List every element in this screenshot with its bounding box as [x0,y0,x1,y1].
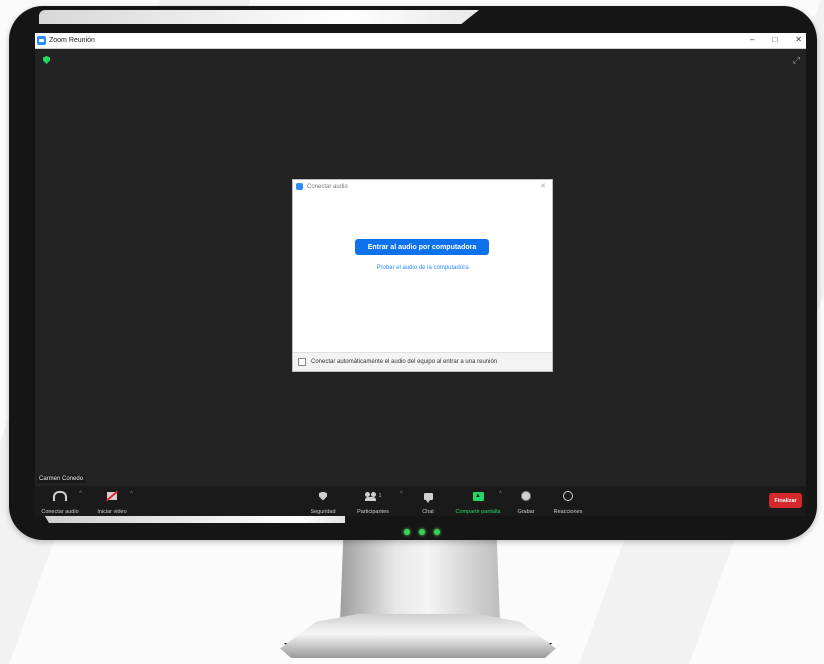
reactions-icon [563,491,573,501]
led-indicator [434,529,440,535]
connect-audio-button[interactable]: Conectar audio [39,486,81,515]
reactions-button[interactable]: Reacciones [548,486,588,515]
audio-options-caret[interactable]: ^ [79,491,82,497]
security-label: Seguridad [310,509,336,515]
record-button[interactable]: Grabar [513,486,539,515]
led-indicator [419,529,425,535]
share-screen-icon: ▲ [472,491,484,501]
connect-audio-dialog: Conectar audio ✕ Entrar al audio por com… [292,179,553,372]
video-off-icon [107,492,117,500]
minimize-button[interactable]: – [750,35,754,44]
start-video-button[interactable]: Iniciar video [93,486,131,515]
led-indicator [404,529,410,535]
test-computer-audio-link[interactable]: Probar el audio de la computadora [293,265,552,271]
start-video-label: Iniciar video [97,509,127,515]
security-button[interactable]: Seguridad [303,486,343,515]
reactions-label: Reacciones [553,509,583,515]
meeting-toolbar: Conectar audio ^ Iniciar video ^ Segurid… [35,486,806,516]
window-title: Zoom Reunión [49,37,95,44]
dialog-title: Conectar audio [307,183,348,190]
join-computer-audio-button[interactable]: Entrar al audio por computadora [355,239,489,255]
participants-label: Participantes [357,509,389,515]
zoom-app-icon [296,183,303,190]
chat-button[interactable]: Chat [415,486,441,515]
connect-audio-label: Conectar audio [41,509,79,515]
window-titlebar: Zoom Reunión – □ ✕ [35,33,806,49]
dialog-footer: Conectar automáticamente el audio del eq… [293,352,552,371]
dialog-titlebar: Conectar audio ✕ [293,180,552,193]
share-screen-label: Compartir pantalla [455,509,501,515]
encryption-shield-icon[interactable] [43,56,50,64]
participants-count: 1 [378,493,382,499]
security-shield-icon [319,491,327,501]
dialog-close-button[interactable]: ✕ [540,182,546,190]
participant-name: Carmen Conedo [37,475,86,483]
maximize-button[interactable]: □ [772,35,777,44]
participants-icon [364,492,377,501]
auto-connect-label[interactable]: Conectar automáticamente el audio del eq… [311,359,497,365]
end-meeting-button[interactable]: Finalizar [769,493,802,508]
video-options-caret[interactable]: ^ [130,491,133,497]
record-icon [521,491,531,501]
zoom-app-icon [37,36,46,45]
participants-button[interactable]: 1 Participantes [349,486,397,515]
monitor-leds [404,529,440,535]
chat-icon [423,492,433,503]
participants-options-caret[interactable]: ^ [400,491,403,497]
monitor-neck [340,540,500,622]
auto-connect-checkbox[interactable] [298,358,306,366]
chat-label: Chat [422,509,434,515]
zoom-window: Zoom Reunión – □ ✕ ⤢ Conectar audio ✕ En… [35,33,806,516]
record-label: Grabar [517,509,535,515]
fullscreen-icon[interactable]: ⤢ [793,55,800,66]
window-controls: – □ ✕ [750,35,802,44]
bezel-highlight [39,10,479,24]
close-window-button[interactable]: ✕ [795,35,802,44]
headphones-icon [53,491,67,501]
monitor-base [280,614,556,658]
share-options-caret[interactable]: ^ [499,491,502,497]
